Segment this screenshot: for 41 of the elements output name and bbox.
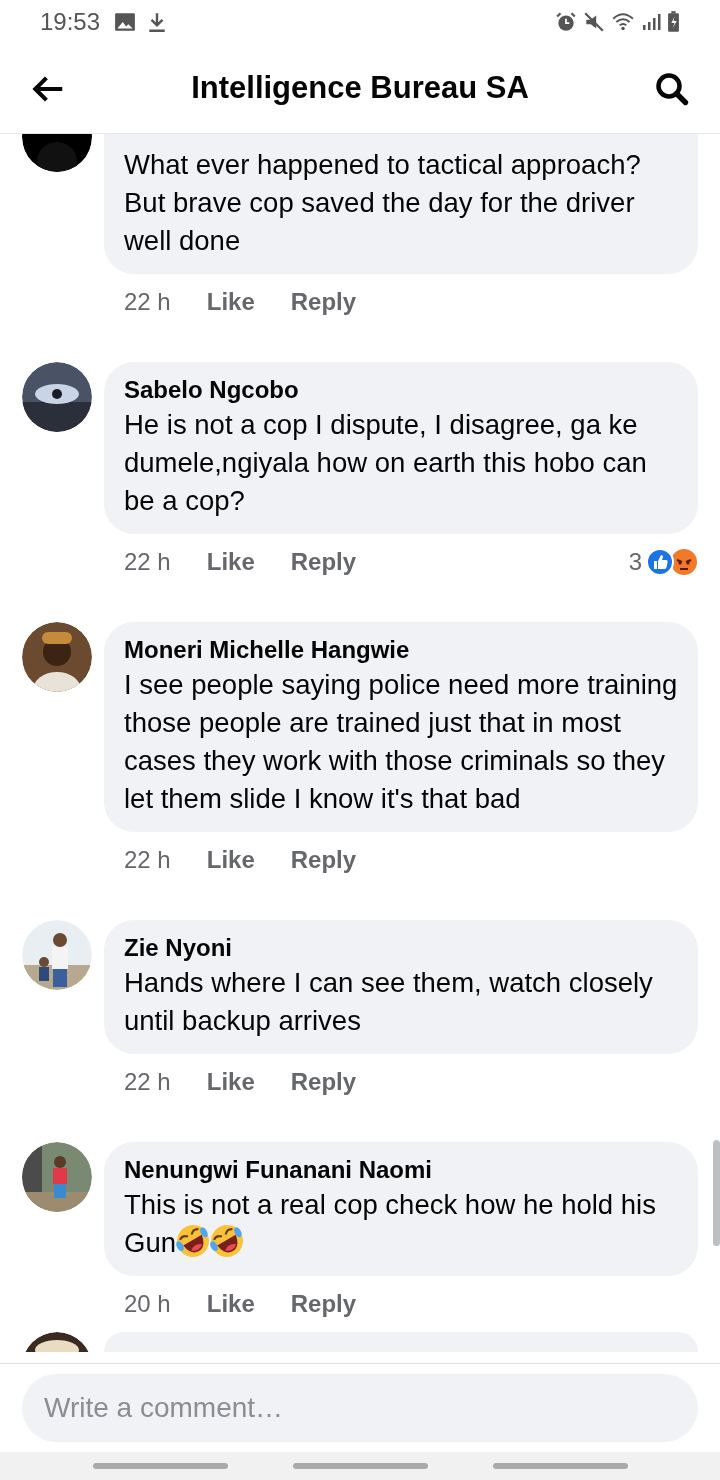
comment-text: Hands where I can see them, watch closely until backup arrives: [124, 966, 654, 1038]
comment-text: He is not a cop I dispute, I disagree, ga ke dumele,ngiyala how on earth this hobo can be a cop?: [124, 408, 648, 518]
signal-icon: [641, 11, 661, 33]
like-link[interactable]: Like: [206, 544, 255, 580]
commenter-name[interactable]: Zie Nyoni: [124, 932, 678, 964]
commenter-name[interactable]: Moneri Michelle Hangwie: [124, 634, 678, 666]
comment-text: This is not a real cop check how he hold his Gun: [124, 1188, 657, 1260]
reply-link[interactable]: Reply: [290, 544, 357, 580]
reply-link[interactable]: Reply: [290, 842, 357, 878]
like-link[interactable]: Like: [206, 284, 255, 320]
comment-time: 22 h: [124, 287, 171, 317]
laughing-emoji-icon: [210, 1224, 244, 1258]
comment-time: 22 h: [124, 1067, 171, 1097]
comment-text: I see people saying police need more training those people are trained just that in most cases they work with those criminals so they let them slide I know it's that bad: [124, 668, 678, 816]
page-title: Intelligence Bureau SA: [190, 69, 530, 108]
like-link[interactable]: Like: [206, 842, 255, 878]
mute-icon: [583, 11, 605, 33]
commenter-name[interactable]: Sabelo Ngcobo: [124, 374, 678, 406]
reaction-count: 3: [628, 547, 642, 577]
image-icon: [114, 11, 137, 33]
angry-face-icon: [670, 548, 698, 576]
nav-bar-handle[interactable]: [492, 1463, 628, 1469]
nav-bar-handle[interactable]: [92, 1463, 228, 1469]
reply-link[interactable]: Reply: [290, 284, 357, 320]
like-link[interactable]: Like: [206, 1286, 255, 1322]
battery-icon: [667, 11, 680, 33]
comment-time: 22 h: [124, 845, 171, 875]
commenter-name[interactable]: Nenungwi Funanani Naomi: [124, 1154, 678, 1186]
status-time: 19:53: [40, 7, 101, 37]
reply-link[interactable]: Reply: [290, 1064, 357, 1100]
comment-time: 22 h: [124, 547, 171, 577]
nav-bar-handle[interactable]: [292, 1463, 428, 1469]
comment-input[interactable]: Write a comment…: [22, 1374, 698, 1442]
like-link[interactable]: Like: [206, 1064, 255, 1100]
alarm-icon: [555, 11, 577, 33]
laughing-emoji-icon: [176, 1224, 210, 1258]
comment-text: What ever happened to tactical approach? But brave cop saved the day for the driver well done: [124, 148, 642, 258]
thumbs-up-icon: [646, 548, 674, 576]
reply-link[interactable]: Reply: [290, 1286, 357, 1322]
wifi-icon: [611, 11, 635, 33]
comment-time: 20 h: [124, 1289, 171, 1319]
